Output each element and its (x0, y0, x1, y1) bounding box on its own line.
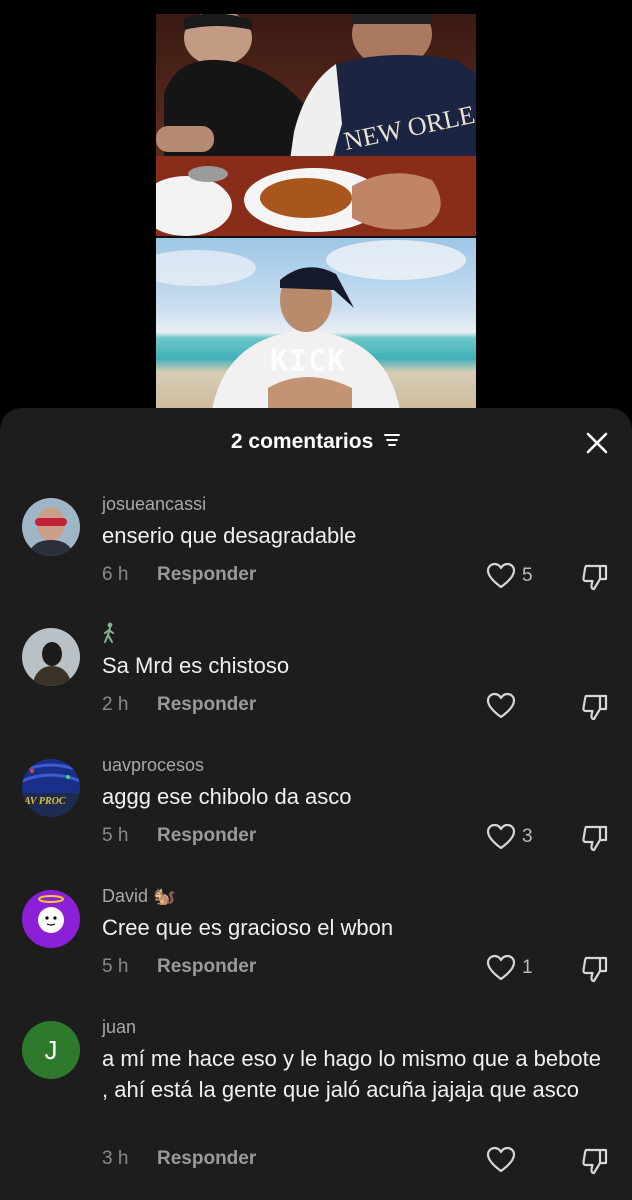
dislike-icon[interactable] (580, 692, 610, 722)
comments-count-label: 2 comentarios (230, 430, 374, 453)
heart-icon (486, 692, 516, 719)
like-button[interactable]: 1 (486, 954, 546, 984)
dislike-icon[interactable] (580, 562, 610, 592)
comment-username[interactable]: uavprocesos (102, 755, 204, 776)
reply-button[interactable]: Responder (157, 1148, 256, 1170)
avatar[interactable] (22, 498, 80, 556)
comment-text: Cree que es gracioso el wbon (102, 915, 394, 940)
comment-time: 3 h (102, 1148, 129, 1169)
comment-username[interactable] (102, 622, 116, 649)
comment-item: Sa Mrd es chistoso 2 h Responder (0, 622, 632, 738)
kick-watermark: KICK (270, 344, 347, 379)
comment-username[interactable]: josueancassi (102, 494, 206, 515)
comment-text: Sa Mrd es chistoso (102, 653, 290, 678)
like-button[interactable]: 3 (486, 823, 546, 853)
like-button[interactable] (486, 692, 546, 722)
comment-text: enserio que desagradable (102, 523, 357, 548)
comments-header: 2 comentarios (0, 408, 632, 478)
comment-item: David 🐿️ Cree que es gracioso el wbon 5 … (0, 886, 632, 1000)
comment-username[interactable]: juan (102, 1017, 136, 1038)
walking-person-icon (104, 622, 114, 643)
comment-text: a mí me hace eso y le hago lo mismo que … (102, 1046, 601, 1102)
video-clip-beach: KICK (156, 238, 476, 410)
heart-icon (486, 823, 516, 850)
comments-title[interactable]: 2 comentarios (0, 430, 632, 454)
heart-icon (486, 954, 516, 981)
avatar-label: AV PROC (24, 796, 66, 807)
comment-time: 2 h (102, 694, 129, 715)
comment-time: 6 h (102, 564, 129, 585)
close-icon[interactable] (584, 430, 610, 456)
comment-time: 5 h (102, 956, 129, 977)
like-count: 1 (522, 957, 533, 978)
like-button[interactable]: 5 (486, 562, 546, 592)
avatar-initial: J (44, 1034, 58, 1065)
reply-button[interactable]: Responder (157, 564, 256, 586)
reply-button[interactable]: Responder (157, 956, 256, 978)
comment-text: aggg ese chibolo da asco (102, 784, 352, 809)
video-frame[interactable]: NEW ORLE KICK (156, 14, 476, 410)
dislike-icon[interactable] (580, 1146, 610, 1176)
video-clip-restaurant: NEW ORLE (156, 14, 476, 236)
like-count: 3 (522, 826, 533, 847)
like-count: 5 (522, 565, 533, 586)
comment-item: AV PROC uavprocesos aggg ese chibolo da … (0, 755, 632, 869)
reply-button[interactable]: Responder (157, 825, 256, 847)
comment-time: 5 h (102, 825, 129, 846)
avatar[interactable] (22, 890, 80, 948)
comment-username[interactable]: David 🐿️ (102, 886, 175, 907)
heart-icon (486, 1146, 516, 1173)
reply-button[interactable]: Responder (157, 694, 256, 716)
heart-icon (486, 562, 516, 589)
avatar[interactable]: AV PROC (22, 759, 80, 817)
comment-item: josueancassi enserio que desagradable 6 … (0, 494, 632, 608)
avatar[interactable]: J (22, 1021, 80, 1079)
like-button[interactable] (486, 1146, 546, 1176)
dislike-icon[interactable] (580, 954, 610, 984)
sort-filter-icon[interactable] (383, 430, 401, 454)
comments-sheet: 2 comentarios josueancassi enserio que d… (0, 408, 632, 1200)
comment-item: J juan a mí me hace eso y le hago lo mis… (0, 1017, 632, 1191)
video-player[interactable]: NEW ORLE KICK (0, 0, 632, 410)
avatar[interactable] (22, 628, 80, 686)
dislike-icon[interactable] (580, 823, 610, 853)
